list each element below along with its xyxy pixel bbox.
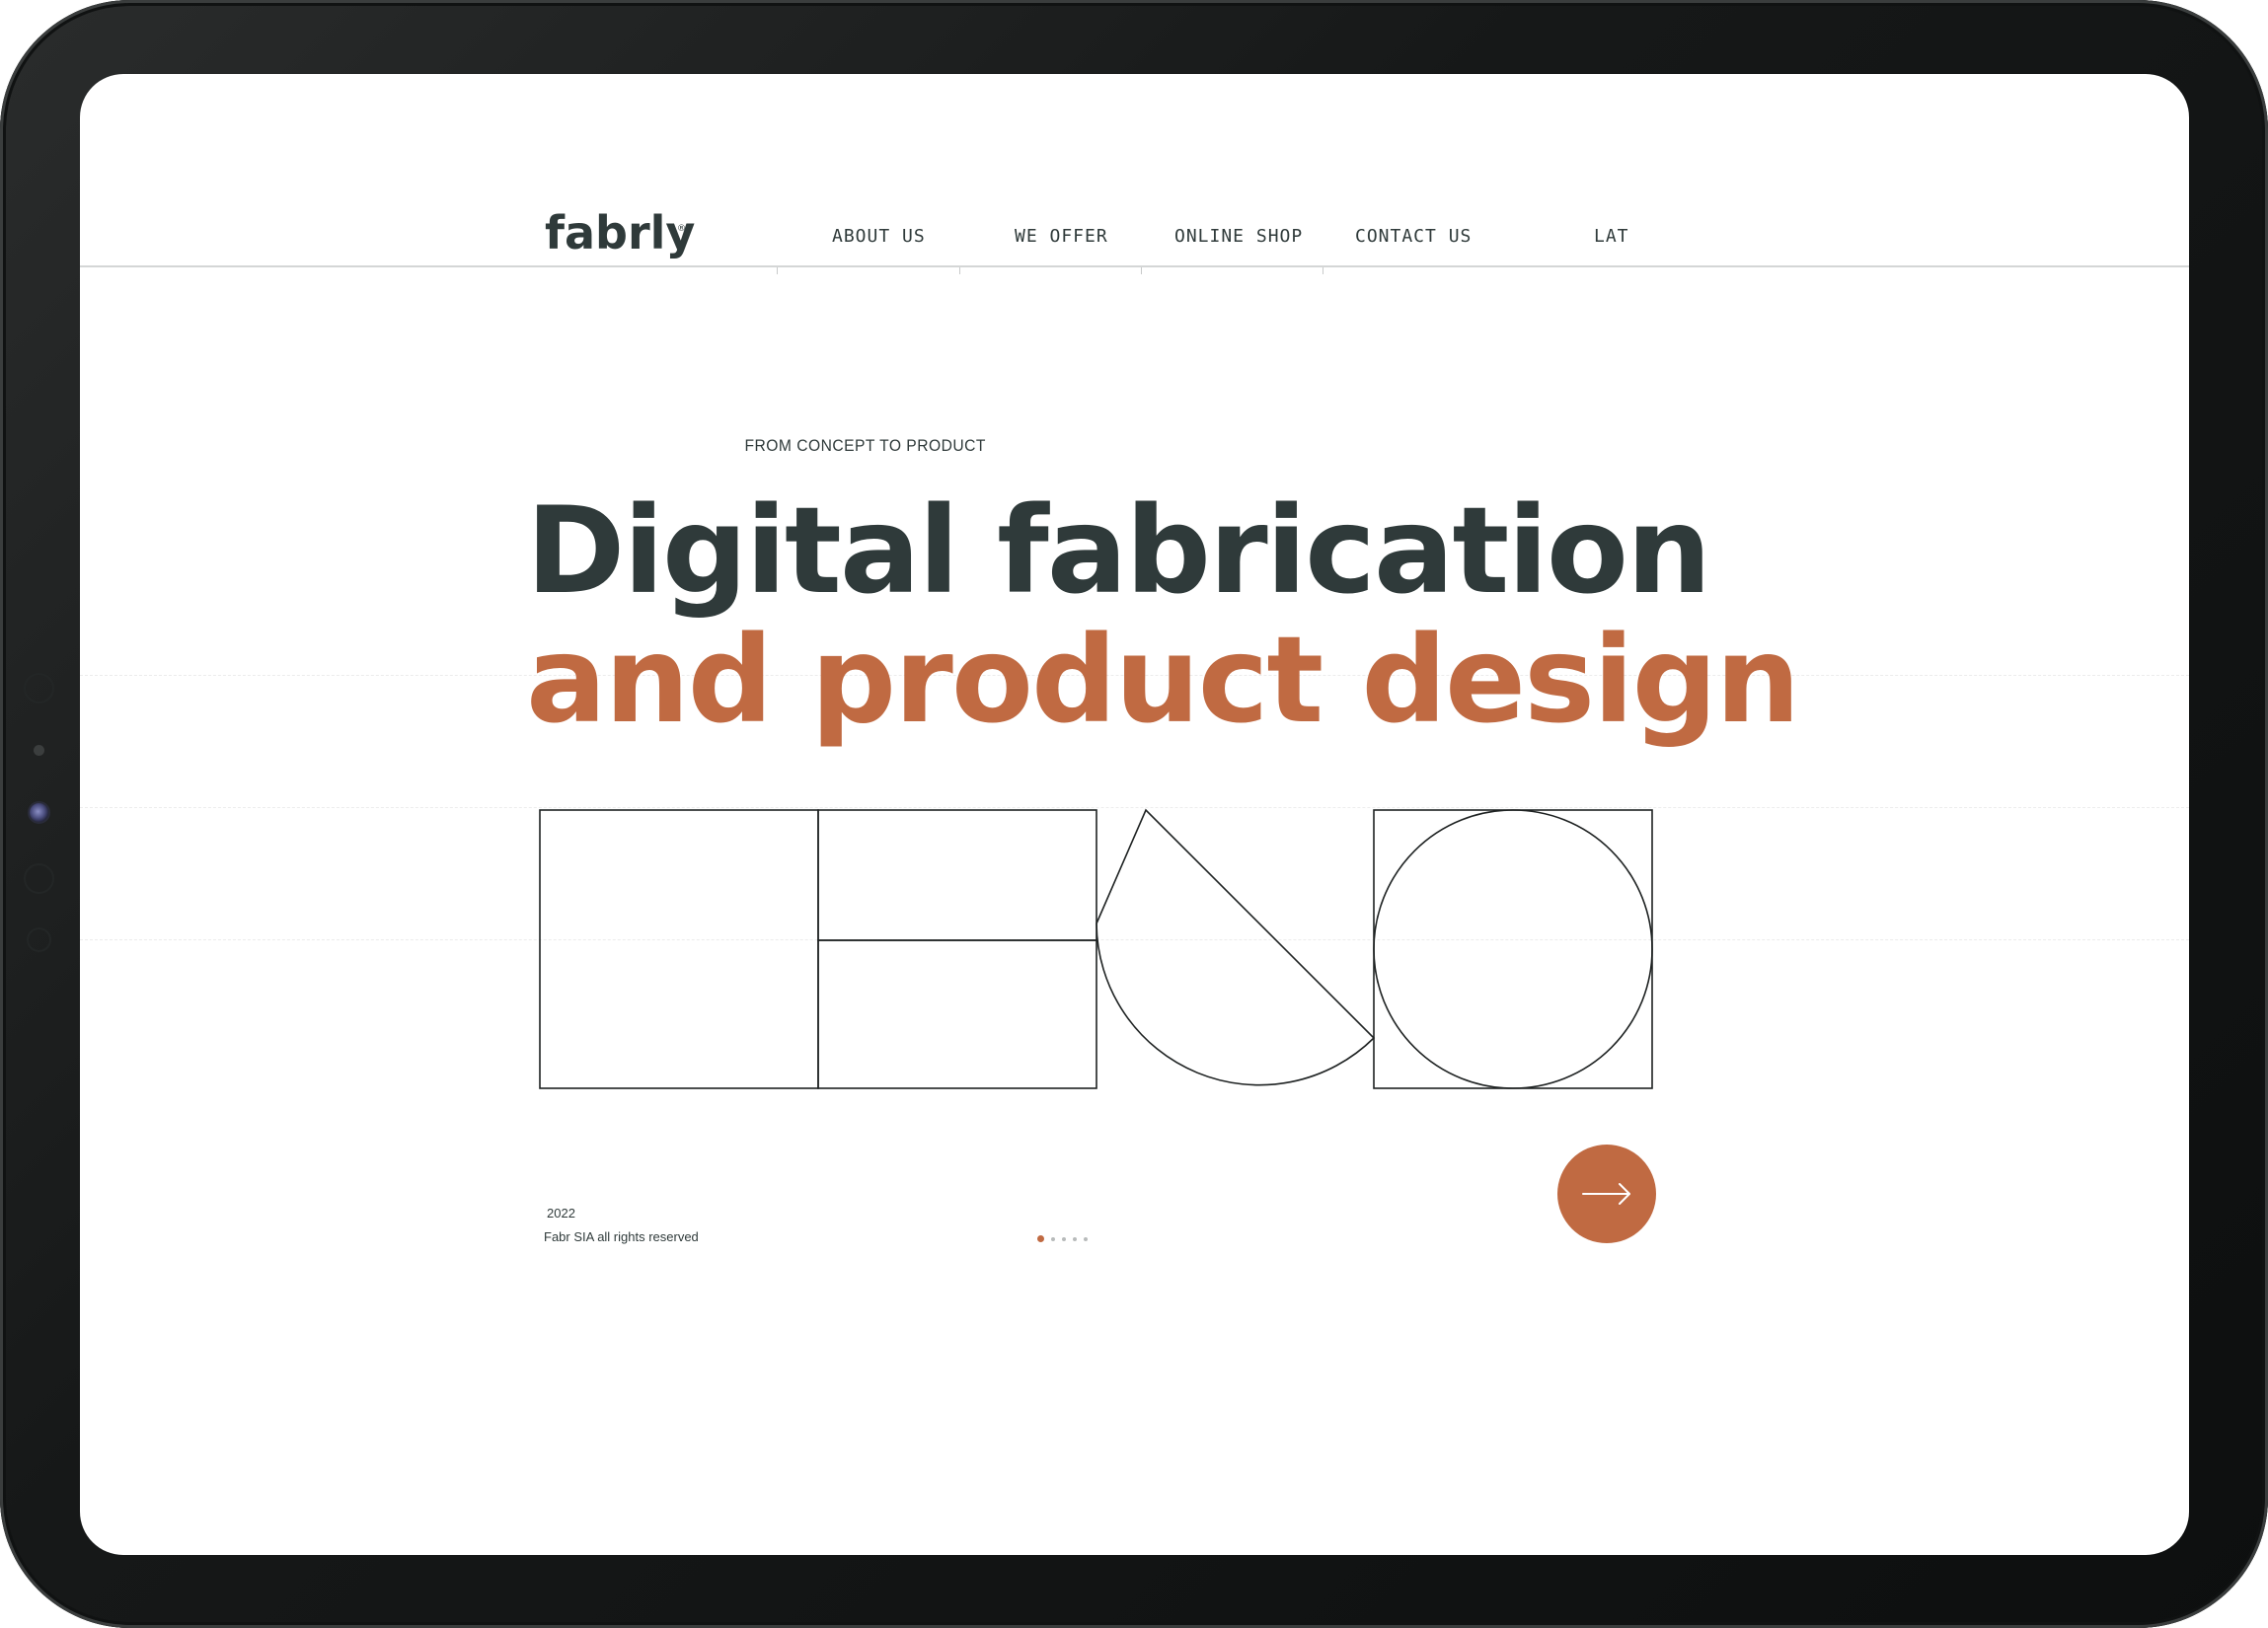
sensor-ring: [24, 863, 54, 894]
guide-line: [80, 939, 2189, 940]
nav-item-we-offer[interactable]: WE OFFER: [1015, 226, 1108, 247]
rect-bottom-shape: [817, 939, 1097, 1089]
rect-top-shape: [817, 809, 1097, 941]
sensor-dot: [34, 745, 44, 756]
pager-dot-4[interactable]: [1073, 1236, 1077, 1241]
camera-lens-icon: [28, 801, 50, 824]
copyright-text: Fabr SIA all rights reserved: [544, 1229, 699, 1244]
hero-headline: Digital fabrication and product design: [526, 481, 1800, 750]
pager-dot-1[interactable]: [1037, 1235, 1044, 1242]
tablet-frame: fabrly ® ABOUT US WE OFFER ONLINE SHOP C…: [0, 0, 2268, 1628]
sensor-ring: [27, 927, 51, 952]
nav-divider-tick: [1141, 267, 1142, 274]
slider-pagination: [1037, 1235, 1088, 1242]
quarter-circle-shape: [1096, 808, 1376, 1086]
headline-line-2: and product design: [526, 611, 1800, 750]
registered-mark: ®: [677, 224, 686, 234]
circle-shape: [1373, 809, 1653, 1089]
square-right-shape: [1373, 809, 1653, 1089]
nav-item-contact-us[interactable]: CONTACT US: [1355, 226, 1472, 247]
language-switch[interactable]: LAT: [1594, 226, 1629, 247]
hero-eyebrow: FROM CONCEPT TO PRODUCT: [744, 436, 986, 455]
screen: fabrly ® ABOUT US WE OFFER ONLINE SHOP C…: [80, 74, 2189, 1555]
nav-item-about-us[interactable]: ABOUT US: [832, 226, 926, 247]
pager-dot-5[interactable]: [1084, 1236, 1088, 1241]
nav-item-online-shop[interactable]: ONLINE SHOP: [1174, 226, 1303, 247]
nav-divider-tick: [959, 267, 960, 274]
header-divider: [80, 265, 2189, 267]
copyright-year: 2022: [547, 1206, 575, 1221]
sensor-ring: [24, 673, 54, 703]
square-left-shape: [539, 809, 819, 1089]
pager-dot-2[interactable]: [1051, 1236, 1055, 1241]
guide-line: [80, 807, 2189, 808]
geometric-shapes-illustration: [539, 808, 1653, 1089]
headline-line-1: Digital fabrication: [526, 481, 1711, 621]
next-slide-button[interactable]: [1557, 1145, 1656, 1243]
pager-dot-3[interactable]: [1062, 1236, 1066, 1241]
arrow-right-icon: [1582, 1183, 1630, 1205]
nav-divider-tick: [777, 267, 778, 274]
brand-logo[interactable]: fabrly: [545, 206, 695, 259]
